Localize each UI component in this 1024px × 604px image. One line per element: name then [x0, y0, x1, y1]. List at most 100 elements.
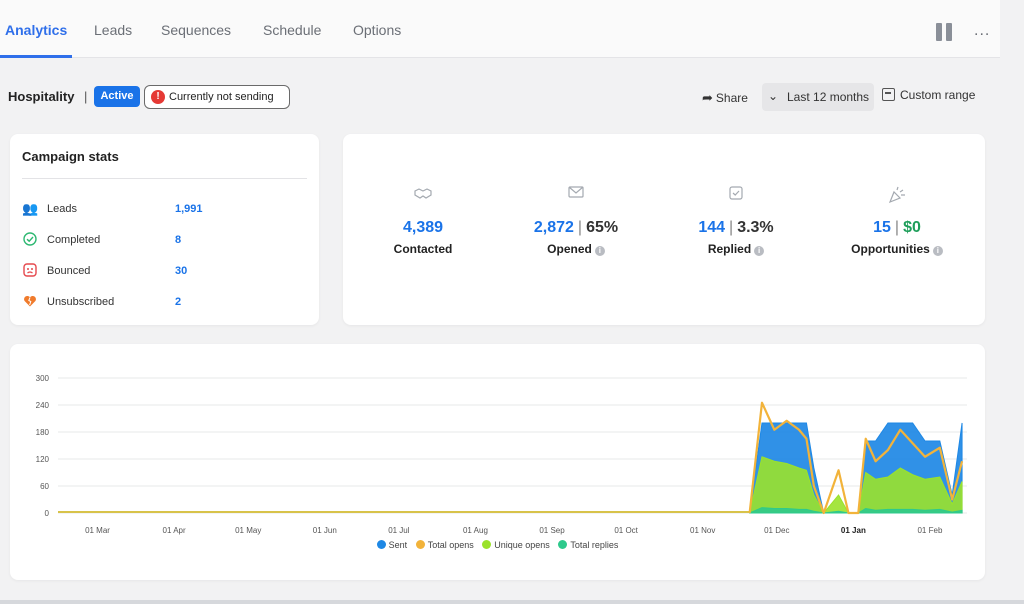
opportunities-label: Opportunities	[851, 242, 930, 256]
share-button[interactable]: ➦ Share	[702, 90, 748, 106]
more-options-button[interactable]: ...	[974, 22, 990, 40]
sending-status-text: Currently not sending	[169, 91, 274, 103]
x-tick-label: 01 Apr	[163, 526, 186, 535]
opened-separator: |	[577, 219, 583, 236]
alert-icon: !	[151, 90, 165, 104]
opened-value: 2,872	[533, 219, 574, 236]
pause-button[interactable]	[936, 23, 954, 41]
metric-opened: 2,872 | 65% Opened i	[501, 186, 651, 256]
date-range-dropdown[interactable]: ⌄ Last 12 months	[762, 83, 874, 111]
stat-value[interactable]: 2	[175, 296, 181, 308]
legend-item-total-opens[interactable]: Total opens	[415, 540, 474, 550]
legend-label: Total replies	[570, 540, 619, 550]
legend-dot	[376, 540, 386, 549]
y-tick-label: 300	[36, 374, 50, 383]
reply-icon	[661, 186, 811, 206]
x-tick-label: 01 Jul	[388, 526, 410, 535]
share-arrow-icon: ➦	[702, 90, 713, 105]
stat-label: Completed	[47, 234, 101, 246]
stat-value[interactable]: 30	[175, 265, 187, 277]
y-tick-label: 120	[36, 455, 50, 464]
bottom-border	[0, 600, 1024, 604]
campaign-title: Hospitality	[8, 89, 75, 104]
metrics-card: 4,389 Contacted 2,872 | 65% Opened i 144 | 3.…	[343, 134, 985, 325]
y-tick-label: 240	[36, 401, 50, 410]
stat-row-unsubscribed: Unsubscribed 2	[22, 293, 312, 313]
tab-schedule[interactable]: Schedule	[263, 22, 321, 38]
tab-analytics[interactable]: Analytics	[5, 22, 67, 38]
share-label: Share	[715, 91, 748, 105]
legend-label: Total opens	[427, 540, 474, 550]
bounce-icon	[22, 263, 38, 279]
tab-sequences[interactable]: Sequences	[161, 22, 231, 38]
legend-item-sent[interactable]: Sent	[376, 540, 408, 550]
active-tab-indicator	[0, 55, 72, 58]
users-icon: 👥	[22, 201, 39, 216]
opportunities-separator: |	[894, 219, 900, 236]
stat-value[interactable]: 8	[175, 234, 181, 246]
calendar-icon	[882, 88, 895, 101]
opened-label: Opened	[547, 242, 592, 256]
metric-opportunities: 15 | $0 Opportunities i	[822, 186, 972, 256]
y-tick-label: 180	[36, 428, 50, 437]
legend-dot	[558, 540, 568, 549]
opportunities-amount: $0	[903, 219, 921, 236]
info-icon[interactable]: i	[932, 246, 943, 256]
tab-leads[interactable]: Leads	[94, 22, 132, 38]
chart-legend: Sent Total opens Unique opens Total repl…	[10, 540, 985, 550]
x-tick-label: 01 Jan	[841, 526, 866, 535]
pause-icon	[936, 23, 942, 41]
tab-options[interactable]: Options	[353, 22, 401, 38]
replied-label: Replied	[707, 242, 752, 256]
chevron-down-icon: ⌄	[768, 89, 779, 103]
legend-dot	[482, 540, 492, 549]
x-tick-label: 01 Sep	[539, 526, 565, 535]
handshake-icon	[348, 186, 498, 206]
x-tick-label: 01 Feb	[917, 526, 942, 535]
info-icon[interactable]: i	[594, 246, 605, 256]
stat-label: Unsubscribed	[47, 296, 115, 308]
x-tick-label: 01 Mar	[85, 526, 110, 535]
legend-item-unique-opens[interactable]: Unique opens	[482, 540, 550, 550]
title-separator: |	[84, 89, 88, 104]
contacted-label: Contacted	[393, 242, 453, 256]
x-tick-label: 01 Jun	[313, 526, 337, 535]
x-tick-label: 01 Aug	[463, 526, 488, 535]
opened-percent: 65%	[586, 219, 619, 236]
replied-percent: 3.3%	[737, 219, 774, 236]
status-badge: Active	[94, 86, 140, 107]
envelope-icon	[501, 186, 651, 206]
y-tick-label: 0	[45, 509, 50, 518]
replied-separator: |	[729, 219, 734, 236]
stat-row-leads: 👥 Leads 1,991	[22, 200, 312, 220]
custom-range-label: Custom range	[900, 88, 976, 102]
pause-icon-bar	[946, 23, 952, 41]
x-tick-label: 01 Nov	[690, 526, 715, 535]
x-tick-label: 01 Dec	[764, 526, 789, 535]
party-popper-icon	[822, 186, 972, 206]
activity-chart-card: 0 60 120 180 240 300 01 Mar 01 Apr 01 May 01 Jun 0…	[10, 344, 985, 580]
check-circle-icon	[22, 232, 38, 248]
stat-value[interactable]: 1,991	[175, 203, 203, 215]
sending-status-badge: ! Currently not sending	[144, 85, 290, 109]
stat-label: Bounced	[47, 265, 91, 277]
stat-row-bounced: Bounced 30	[22, 262, 312, 282]
date-range-label: Last 12 months	[787, 90, 870, 104]
opportunities-value: 15	[873, 219, 891, 236]
legend-label: Sent	[388, 540, 408, 550]
stat-label: Leads	[47, 203, 77, 215]
stat-row-completed: Completed 8	[22, 231, 312, 251]
x-tick-label: 01 May	[235, 526, 261, 535]
legend-item-total-replies[interactable]: Total replies	[558, 540, 618, 550]
info-icon[interactable]: i	[754, 246, 765, 256]
broken-heart-icon	[22, 294, 38, 310]
custom-range-button[interactable]: Custom range	[882, 88, 975, 102]
campaign-stats-card: Campaign stats 👥 Leads 1,991 Completed 8…	[10, 134, 319, 325]
campaign-stats-title: Campaign stats	[22, 149, 119, 164]
metric-replied: 144 | 3.3% Replied i	[661, 186, 811, 256]
divider	[22, 178, 307, 179]
metric-contacted: 4,389 Contacted	[348, 186, 498, 256]
top-nav: Analytics Leads Sequences Schedule Optio…	[0, 0, 1000, 58]
x-tick-label: 01 Oct	[614, 526, 638, 535]
contacted-value: 4,389	[402, 219, 444, 236]
